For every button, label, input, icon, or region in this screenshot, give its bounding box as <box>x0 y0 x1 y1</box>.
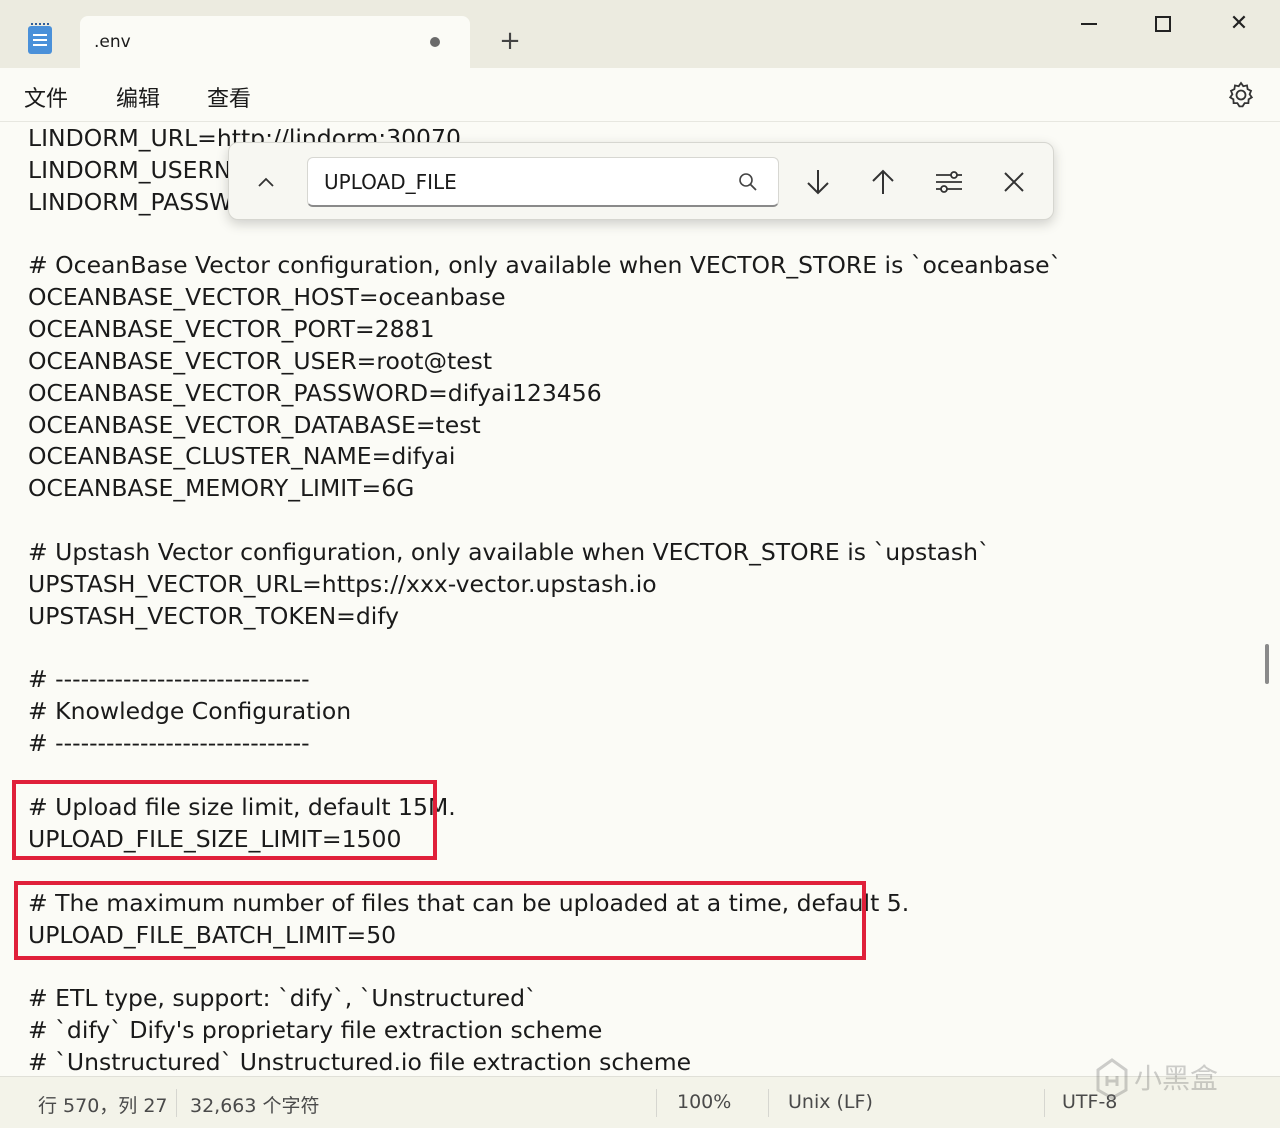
editor-line[interactable]: OCEANBASE_CLUSTER_NAME=difyai <box>28 440 455 472</box>
sliders-icon[interactable] <box>932 165 966 199</box>
new-tab-button[interactable]: + <box>496 26 524 56</box>
menu-file[interactable]: 文件 <box>24 81 68 113</box>
editor-line[interactable]: OCEANBASE_VECTOR_HOST=oceanbase <box>28 281 506 313</box>
close-icon: ✕ <box>1229 11 1249 36</box>
editor-line[interactable]: # Upstash Vector configuration, only ava… <box>28 536 990 568</box>
tab-env[interactable]: .env <box>80 16 470 68</box>
search-icon[interactable] <box>737 171 759 193</box>
minimize-icon <box>1081 23 1097 25</box>
editor-line[interactable]: LINDORM_PASSW <box>28 186 232 218</box>
maximize-button[interactable] <box>1140 8 1186 42</box>
menu-edit[interactable]: 编辑 <box>116 81 160 113</box>
editor-line[interactable]: # Knowledge Configuration <box>28 695 351 727</box>
editor-line[interactable]: UPSTASH_VECTOR_TOKEN=dify <box>28 600 399 632</box>
status-bar: 行 570，列 27 32,663 个字符 100% Unix (LF) UTF… <box>0 1076 1280 1128</box>
menu-bar: 文件 编辑 查看 <box>0 68 1280 122</box>
editor-line[interactable]: # `dify` Dify's proprietary file extract… <box>28 1014 602 1046</box>
highlight-box-batch-limit <box>14 881 866 960</box>
status-divider <box>656 1089 657 1117</box>
highlight-box-size-limit <box>12 780 437 860</box>
editor-line[interactable]: OCEANBASE_VECTOR_DATABASE=test <box>28 409 481 441</box>
editor-line[interactable]: UPSTASH_VECTOR_URL=https://xxx-vector.up… <box>28 568 657 600</box>
find-input[interactable] <box>307 157 779 207</box>
editor-line[interactable]: # OceanBase Vector configuration, only a… <box>28 249 1061 281</box>
editor-area[interactable]: LINDORM_URL=http://lindorm:30070 LINDORM… <box>0 122 1280 1076</box>
zoom-level[interactable]: 100% <box>677 1091 731 1113</box>
arrow-down-icon[interactable] <box>801 165 835 199</box>
find-panel <box>228 142 1054 220</box>
status-divider <box>1044 1089 1045 1117</box>
arrow-up-icon[interactable] <box>866 165 900 199</box>
tab-title: .env <box>94 32 131 52</box>
watermark-text: 小黑盒 <box>1134 1062 1218 1095</box>
editor-line[interactable]: OCEANBASE_MEMORY_LIMIT=6G <box>28 472 414 504</box>
editor-line[interactable]: # ------------------------------ <box>28 727 310 759</box>
cursor-position: 行 570，列 27 <box>38 1095 168 1117</box>
close-icon[interactable] <box>997 165 1031 199</box>
editor-line[interactable]: # `Unstructured` Unstructured.io file ex… <box>28 1046 691 1076</box>
line-ending[interactable]: Unix (LF) <box>788 1091 873 1113</box>
status-divider <box>768 1089 769 1117</box>
vertical-scrollbar[interactable] <box>1265 644 1269 684</box>
chevron-up-icon[interactable] <box>251 167 281 197</box>
editor-line[interactable]: # ETL type, support: `dify`, `Unstructur… <box>28 982 537 1014</box>
close-window-button[interactable]: ✕ <box>1216 8 1262 42</box>
editor-line[interactable]: # ------------------------------ <box>28 663 310 695</box>
editor-line[interactable]: OCEANBASE_VECTOR_PORT=2881 <box>28 313 435 345</box>
minimize-button[interactable] <box>1066 8 1112 42</box>
status-divider <box>176 1089 177 1117</box>
title-bar: .env + ✕ <box>0 0 1280 68</box>
menu-view[interactable]: 查看 <box>207 81 251 113</box>
maximize-icon <box>1155 16 1171 32</box>
watermark-logo: 小黑盒 <box>1096 1058 1218 1100</box>
gear-icon[interactable] <box>1226 80 1256 110</box>
character-count: 32,663 个字符 <box>190 1095 320 1117</box>
editor-line[interactable]: OCEANBASE_VECTOR_PASSWORD=difyai123456 <box>28 377 602 409</box>
notepad-app-icon <box>28 23 52 54</box>
unsaved-dot-icon[interactable] <box>430 37 440 47</box>
editor-line[interactable]: OCEANBASE_VECTOR_USER=root@test <box>28 345 492 377</box>
editor-line[interactable]: LINDORM_USERN <box>28 154 231 186</box>
